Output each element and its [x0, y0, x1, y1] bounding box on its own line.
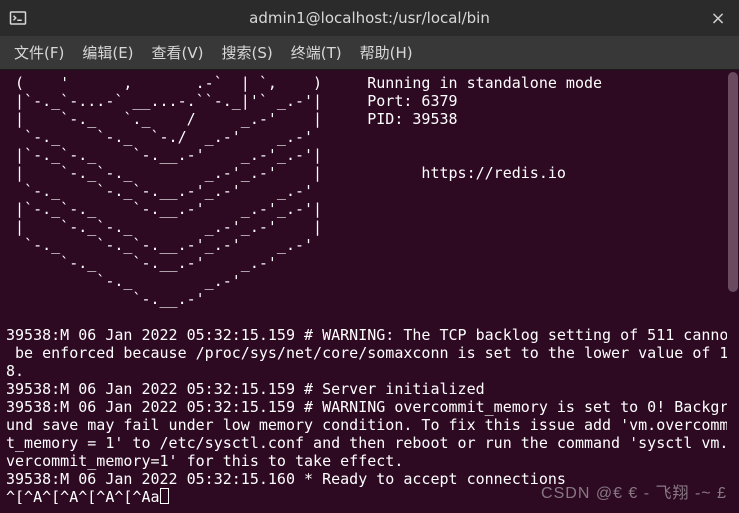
scroll-thumb[interactable] [728, 72, 738, 292]
input-echo: ^[^A^[^A^[^A^[^Aa [6, 488, 160, 506]
log-line: 39538:M 06 Jan 2022 05:32:15.159 # Serve… [6, 380, 485, 398]
close-button[interactable]: × [703, 0, 733, 36]
log-line: 39538:M 06 Jan 2022 05:32:15.160 * Ready… [6, 470, 566, 488]
ascii-art: ( ' , .-` | `, ) Running in standalone m… [6, 74, 602, 308]
window-title: admin1@localhost:/usr/local/bin [0, 9, 739, 27]
cursor [160, 488, 169, 504]
menu-help[interactable]: 帮助(H) [352, 37, 421, 68]
terminal-icon [0, 9, 36, 27]
menu-file[interactable]: 文件(F) [6, 37, 72, 68]
log-line: 39538:M 06 Jan 2022 05:32:15.159 # WARNI… [6, 398, 738, 470]
terminal-area[interactable]: ( ' , .-` | `, ) Running in standalone m… [0, 70, 739, 513]
scrollbar[interactable] [727, 70, 739, 513]
log-line: 39538:M 06 Jan 2022 05:32:15.159 # WARNI… [6, 326, 738, 380]
menubar: 文件(F) 编辑(E) 查看(V) 搜索(S) 终端(T) 帮助(H) [0, 36, 739, 70]
titlebar: admin1@localhost:/usr/local/bin × [0, 0, 739, 36]
menu-search[interactable]: 搜索(S) [214, 37, 281, 68]
watermark: CSDN @€ € - 飞翔 -~ £ [541, 485, 727, 503]
menu-edit[interactable]: 编辑(E) [74, 37, 141, 68]
menu-terminal[interactable]: 终端(T) [283, 37, 350, 68]
menu-view[interactable]: 查看(V) [144, 37, 212, 68]
